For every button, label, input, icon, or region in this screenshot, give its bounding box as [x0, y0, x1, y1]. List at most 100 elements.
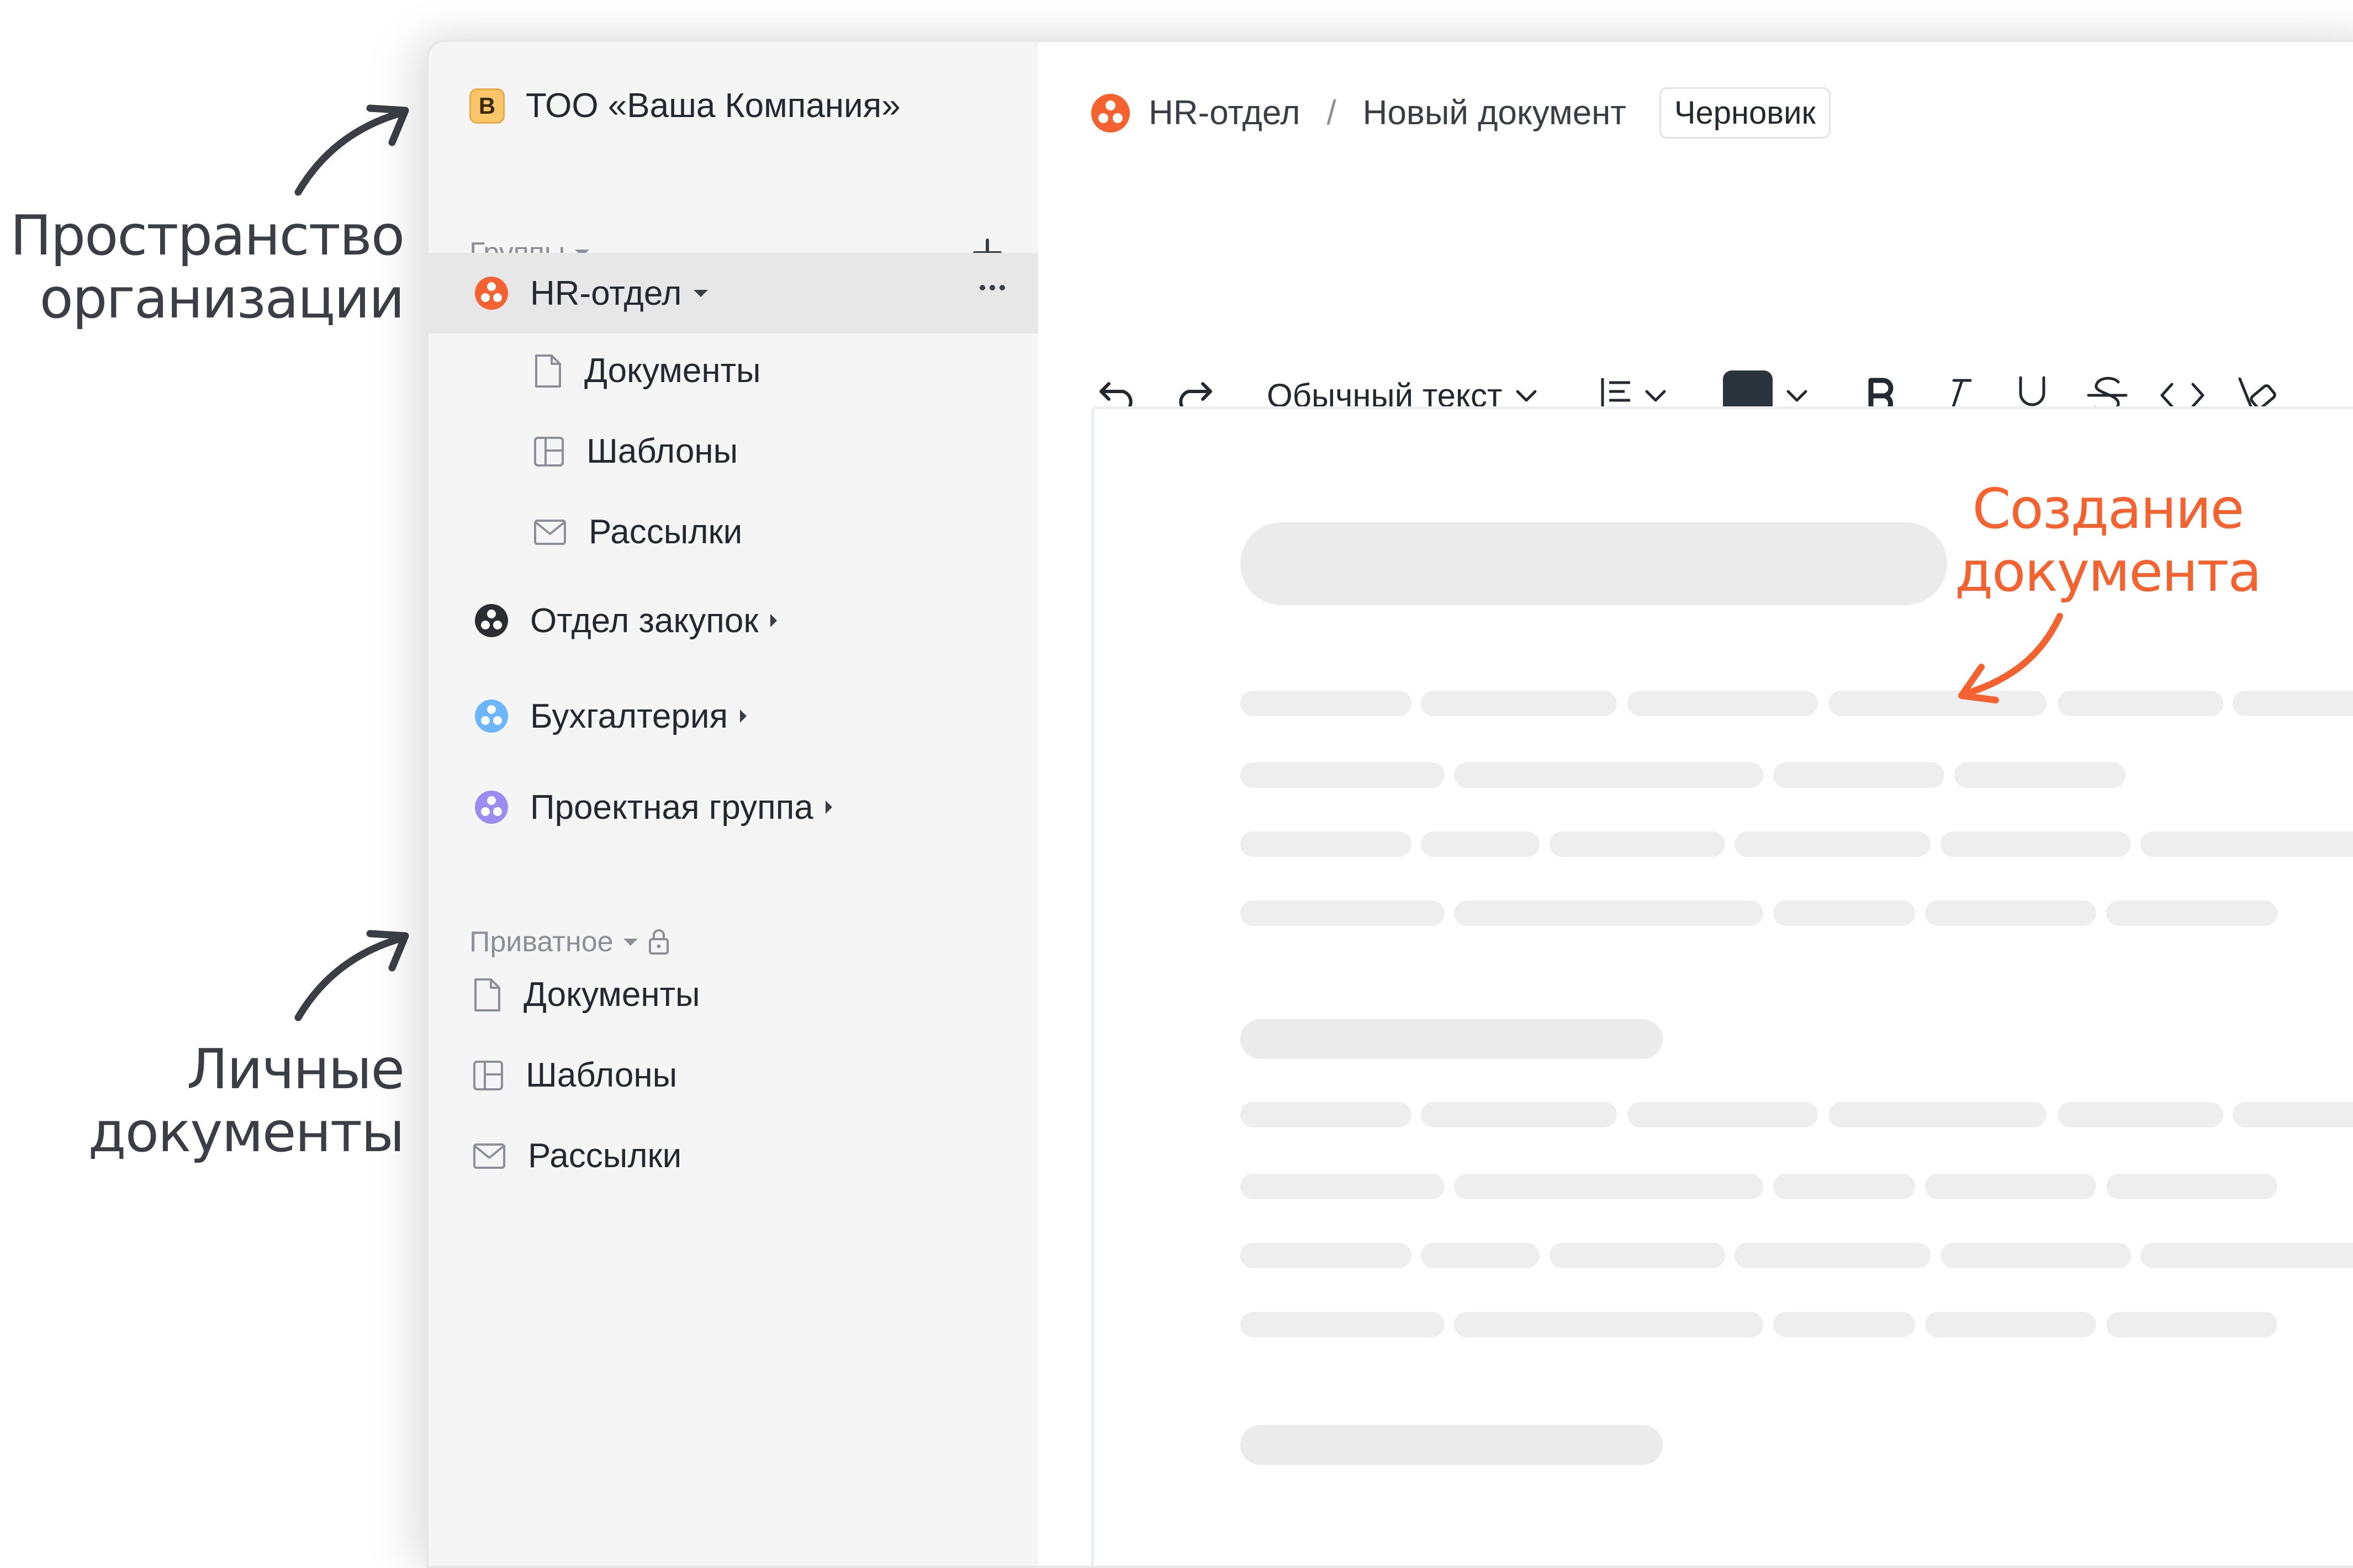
sidebar-item-private-templates[interactable]: Шаблоны — [473, 1056, 677, 1095]
lock-icon — [648, 929, 669, 955]
skeleton-line — [1925, 1312, 2096, 1337]
status-badge: Черновик — [1659, 87, 1831, 139]
mail-icon — [534, 519, 566, 545]
item-label: Документы — [524, 976, 700, 1014]
skeleton-line — [1454, 900, 1763, 926]
more-icon[interactable] — [980, 285, 1005, 290]
skeleton-line — [2233, 1102, 2353, 1127]
sidebar: В ТОО «Ваша Компания» Группы HR-отдел До… — [429, 42, 1038, 1566]
mail-icon — [473, 1143, 505, 1169]
breadcrumb-group[interactable]: HR-отдел — [1149, 93, 1300, 133]
skeleton-line — [1735, 831, 1931, 857]
chevron-right-icon — [825, 801, 832, 814]
private-label: Приватное — [469, 926, 614, 958]
skeleton-line — [2140, 1243, 2353, 1268]
skeleton-line — [1925, 1174, 2096, 1199]
skeleton-line — [1454, 1174, 1763, 1199]
skeleton-line — [2106, 1312, 2277, 1337]
group-label: Бухгалтерия — [530, 697, 728, 735]
group-icon — [475, 604, 508, 637]
skeleton-line — [2058, 691, 2223, 716]
skeleton-line — [1240, 1312, 1445, 1337]
item-label: Рассылки — [589, 513, 743, 551]
skeleton-line — [2106, 1174, 2277, 1199]
skeleton-line — [1773, 1312, 1915, 1337]
skeleton-line — [1940, 1243, 2131, 1268]
annotation-personal-docs: Личные документы — [88, 1037, 405, 1164]
annotation-create-doc: Создание документа — [1955, 476, 2262, 604]
chevron-down-icon — [1645, 390, 1666, 402]
sidebar-item-private-mailings[interactable]: Рассылки — [473, 1136, 681, 1175]
skeleton-line — [1240, 900, 1445, 926]
chevron-down-icon — [1786, 390, 1807, 402]
sidebar-item-hr-documents[interactable]: Документы — [533, 351, 761, 390]
app-window: В ТОО «Ваша Компания» Группы HR-отдел До… — [426, 40, 2353, 1568]
group-icon — [1091, 93, 1130, 133]
sidebar-group-project[interactable]: Проектная группа — [429, 767, 1038, 847]
annotation-arrow-icon — [1958, 613, 2063, 703]
skeleton-line — [1735, 1243, 1931, 1268]
skeleton-line — [1925, 900, 2096, 926]
sidebar-item-hr-mailings[interactable]: Рассылки — [533, 512, 742, 552]
group-icon — [475, 791, 508, 824]
skeleton-line — [1240, 762, 1445, 788]
skeleton-line — [1421, 691, 1617, 716]
skeleton-line — [1773, 900, 1915, 926]
sidebar-group-accounting[interactable]: Бухгалтерия — [429, 676, 1038, 756]
annotation-org-space: Пространство организации — [10, 203, 405, 331]
sidebar-group-purchasing[interactable]: Отдел закупок — [429, 580, 1038, 661]
skeleton-line — [1627, 1102, 1818, 1127]
sidebar-group-hr[interactable]: HR-отдел — [429, 253, 1038, 333]
skeleton-heading — [1240, 1425, 1663, 1465]
skeleton-line — [2106, 900, 2277, 926]
document-icon — [474, 978, 500, 1011]
skeleton-line — [1550, 831, 1725, 857]
chevron-down-icon — [1516, 390, 1537, 402]
skeleton-line — [2058, 1102, 2223, 1127]
org-name: ТОО «Ваша Компания» — [526, 87, 901, 125]
skeleton-line — [1627, 691, 1818, 716]
breadcrumb: HR-отдел / Новый документ Черновик — [1091, 87, 1831, 139]
chevron-right-icon — [770, 614, 778, 627]
private-section-header[interactable]: Приватное — [469, 925, 670, 958]
chevron-down-icon — [623, 938, 638, 946]
skeleton-line — [1240, 1243, 1411, 1268]
skeleton-line — [1828, 1102, 2047, 1127]
breadcrumb-document: Новый документ — [1362, 94, 1626, 132]
group-icon — [475, 277, 508, 310]
chevron-right-icon — [740, 709, 747, 723]
item-label: Документы — [584, 352, 761, 390]
skeleton-line — [1454, 1312, 1763, 1337]
group-label: Проектная группа — [530, 788, 813, 827]
chevron-down-icon — [694, 289, 708, 297]
skeleton-line — [1240, 831, 1411, 857]
skeleton-line — [1240, 1102, 1411, 1127]
annotation-arrow-icon — [294, 104, 409, 196]
skeleton-line — [1240, 691, 1411, 716]
sidebar-item-hr-templates[interactable]: Шаблоны — [533, 432, 738, 471]
skeleton-line — [1940, 831, 2131, 857]
template-icon — [473, 1060, 503, 1090]
group-icon — [475, 700, 508, 733]
main-area: HR-отдел / Новый документ Черновик Обычн… — [1038, 42, 2353, 1566]
org-switcher[interactable]: В ТОО «Ваша Компания» — [469, 86, 901, 125]
skeleton-heading — [1240, 1019, 1663, 1059]
skeleton-line — [1421, 831, 1540, 857]
template-icon — [534, 436, 564, 467]
org-badge: В — [469, 88, 505, 124]
item-label: Шаблоны — [586, 432, 738, 470]
skeleton-line — [1421, 1102, 1617, 1127]
document-icon — [535, 354, 561, 388]
item-label: Рассылки — [528, 1137, 682, 1175]
item-label: Шаблоны — [526, 1056, 678, 1094]
skeleton-line — [1421, 1243, 1540, 1268]
group-label: HR-отдел — [530, 274, 682, 312]
skeleton-line — [1773, 1174, 1915, 1199]
skeleton-line — [2233, 691, 2353, 716]
annotation-arrow-icon — [294, 930, 409, 1021]
sidebar-item-private-documents[interactable]: Документы — [473, 975, 700, 1014]
skeleton-line — [1454, 762, 1763, 788]
skeleton-title — [1240, 522, 1947, 605]
skeleton-line — [1240, 1174, 1445, 1199]
group-label: Отдел закупок — [530, 601, 759, 640]
